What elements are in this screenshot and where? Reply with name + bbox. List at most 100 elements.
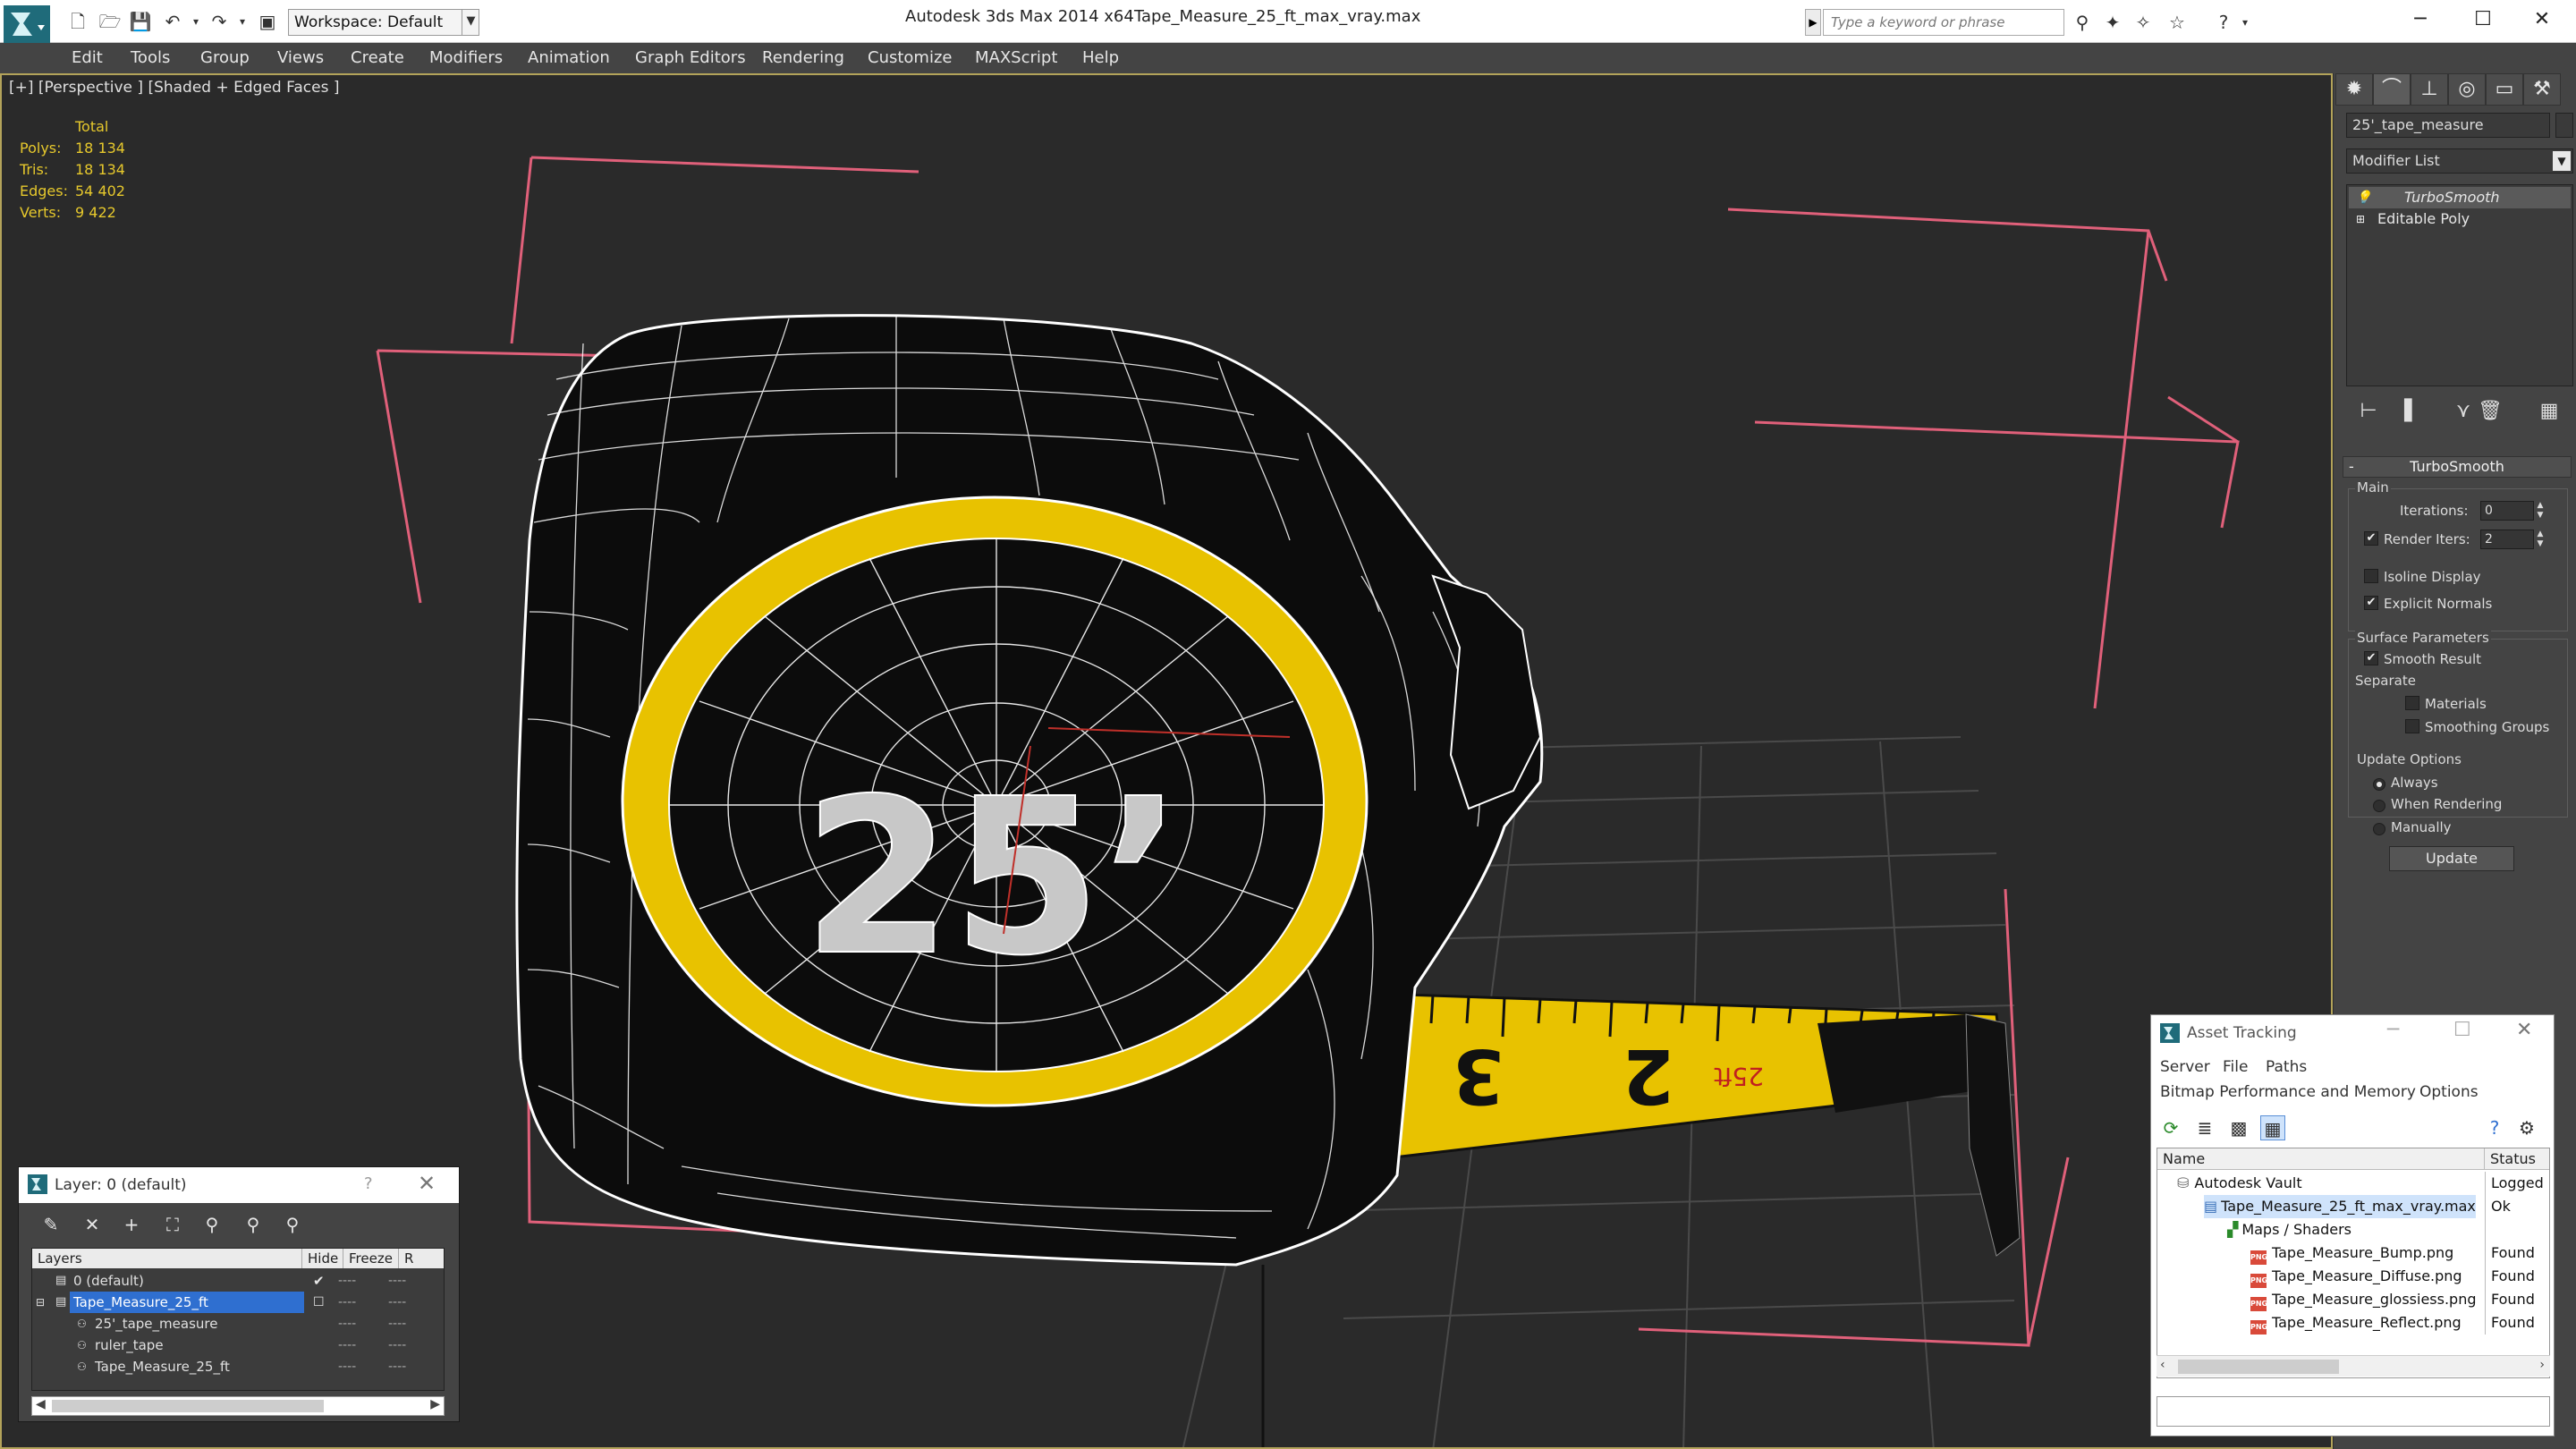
col-header-layers[interactable]: Layers [32,1249,302,1268]
search-expand-icon[interactable]: ▶ [1805,9,1821,36]
make-current-icon[interactable]: ☐ [313,1292,325,1313]
col-header-freeze[interactable]: Freeze [343,1249,399,1268]
asset-row[interactable]: PNG Tape_Measure_Bump.png Found [2157,1241,2549,1265]
open-file-icon[interactable]: 🗁 [98,11,122,32]
hierarchy-tab-icon[interactable]: ⊥ [2411,73,2448,106]
asset-row[interactable]: PNG Tape_Measure_Diffuse.png Found [2157,1265,2549,1288]
list-view-icon[interactable]: ≣ [2192,1115,2217,1140]
menu-animation[interactable]: Animation [528,43,610,73]
menu-tools[interactable]: Tools [131,43,170,73]
modifier-stack[interactable]: 💡 TurboSmooth ⊞ Editable Poly [2346,184,2573,386]
thumbnail-view-icon[interactable]: ▩ [2226,1115,2251,1140]
col-header-hide[interactable]: Hide [302,1249,343,1268]
manually-radio[interactable] [2373,823,2385,835]
hide-toggle[interactable]: ---- [338,1356,356,1377]
menu-server[interactable]: Server [2160,1058,2210,1076]
asset-horizontal-scrollbar[interactable]: ‹ › [2157,1355,2550,1377]
asset-path-field[interactable] [2157,1396,2550,1427]
utilities-tab-icon[interactable]: ⚒ [2523,73,2561,106]
display-tab-icon[interactable]: ▭ [2486,73,2523,106]
lightbulb-icon[interactable]: 💡 [2356,191,2371,205]
scroll-right-icon[interactable]: › [2539,1358,2545,1372]
delete-layer-icon[interactable]: ✕ [78,1212,106,1237]
stack-item-editable-poly[interactable]: ⊞ Editable Poly [2349,208,2571,230]
menu-bitmap-performance[interactable]: Bitmap Performance and Memory [2160,1083,2416,1101]
undo-icon[interactable]: ↶ [161,11,184,32]
menu-graph-editors[interactable]: Graph Editors [635,43,746,73]
asset-row[interactable]: PNG Tape_Measure_glossiess.png Found [2157,1288,2549,1311]
always-radio[interactable] [2373,778,2385,791]
communication-icon[interactable]: ✧ [2131,11,2156,34]
refresh-icon[interactable]: ⟳ [2158,1115,2183,1140]
explicit-normals-checkbox[interactable]: ✔ [2364,596,2378,610]
asset-row[interactable]: ▞ Maps / Shaders [2157,1218,2549,1241]
minimize-icon[interactable]: ─ [2394,4,2447,36]
materials-checkbox[interactable] [2405,696,2419,710]
redo-dropdown-icon[interactable]: ▾ [231,11,254,32]
motion-tab-icon[interactable]: ◎ [2448,73,2486,106]
subscription-icon[interactable]: ✦ [2100,11,2125,34]
layer-dialog-titlebar[interactable]: Layer: 0 (default) ? ✕ [19,1167,459,1203]
remove-modifier-icon[interactable]: 🗑 [2473,394,2507,429]
new-layer-icon[interactable]: ✎ [37,1212,65,1237]
chevron-down-icon[interactable]: ▼ [462,9,479,36]
modify-tab-icon[interactable]: ⌒ [2373,73,2411,106]
menu-group[interactable]: Group [200,43,250,73]
show-end-result-icon[interactable]: ▐ [2387,394,2421,429]
close-icon[interactable]: ✕ [2515,4,2569,36]
asset-row[interactable]: PNG Tape_Measure_Reflect.png Found [2157,1311,2549,1335]
redo-icon[interactable]: ↷ [208,11,231,32]
freeze-all-layers-icon[interactable]: ⚲ [278,1212,307,1237]
smooth-result-checkbox[interactable]: ✔ [2364,651,2378,665]
select-in-layer-icon[interactable]: ⛶ [158,1212,187,1237]
col-header-status[interactable]: Status [2485,1148,2549,1170]
scroll-right-icon[interactable]: ▶ [430,1397,440,1411]
workspace-select[interactable]: Workspace: Default [288,9,479,36]
scrollbar-thumb[interactable] [52,1400,324,1412]
layer-row[interactable]: ⚇ ruler_tape ---- ---- [32,1335,444,1356]
favorites-star-icon[interactable]: ☆ [2165,11,2190,34]
freeze-toggle[interactable]: ---- [388,1292,406,1313]
menu-views[interactable]: Views [277,43,324,73]
close-icon[interactable]: ✕ [2516,1019,2532,1041]
spinner-arrows-icon[interactable]: ▲ ▼ [2534,501,2546,521]
chevron-down-icon[interactable]: ▼ [2553,151,2571,171]
menu-create[interactable]: Create [351,43,404,73]
current-layer-check-icon[interactable]: ✔ [313,1270,325,1292]
col-header-render[interactable]: R [399,1249,444,1268]
when-rendering-radio[interactable] [2373,800,2385,812]
menu-paths[interactable]: Paths [2266,1058,2307,1076]
rollout-turbosmooth[interactable]: - TurboSmooth [2343,456,2572,478]
settings-gear-icon[interactable]: ⚙ [2514,1115,2539,1140]
stack-item-turbosmooth[interactable]: 💡 TurboSmooth [2349,187,2571,208]
hide-toggle[interactable]: ---- [338,1292,356,1313]
iterations-spinner[interactable]: 0 [2480,501,2534,521]
scroll-left-icon[interactable]: ‹ [2160,1358,2165,1372]
highlight-layer-icon[interactable]: ⚲ [198,1212,226,1237]
hide-toggle[interactable]: ---- [338,1270,356,1292]
hide-toggle[interactable]: ---- [338,1335,356,1356]
table-view-icon[interactable]: ▦ [2260,1115,2285,1140]
expand-plus-icon[interactable]: ⊞ [2356,212,2368,226]
menu-help[interactable]: Help [1082,43,1119,73]
maximize-icon[interactable]: ☐ [2453,1019,2471,1041]
menu-file[interactable]: File [2223,1058,2248,1076]
scroll-left-icon[interactable]: ◀ [36,1397,46,1411]
modifier-list-dropdown[interactable]: Modifier List ▼ [2346,148,2573,174]
scrollbar-thumb[interactable] [2178,1360,2339,1374]
asset-row[interactable]: ⛁ Autodesk Vault Logged [2157,1172,2549,1195]
hide-toggle[interactable]: ---- [338,1313,356,1335]
hide-all-layers-icon[interactable]: ⚲ [239,1212,267,1237]
create-tab-icon[interactable]: ✹ [2335,73,2373,106]
expand-minus-icon[interactable]: ⊟ [36,1292,45,1313]
undo-dropdown-icon[interactable]: ▾ [184,11,208,32]
menu-edit[interactable]: Edit [72,43,103,73]
search-input[interactable]: Type a keyword or phrase [1823,9,2064,36]
binoculars-icon[interactable]: ⚲ [2070,11,2095,34]
col-header-name[interactable]: Name [2157,1148,2485,1170]
render-iters-checkbox[interactable]: ✔ [2364,531,2378,546]
render-iters-spinner[interactable]: 2 [2480,530,2534,549]
help-icon[interactable]: ? [364,1174,373,1193]
project-folder-icon[interactable]: ▣ [256,11,279,32]
configure-sets-icon[interactable]: ▦ [2532,394,2566,429]
